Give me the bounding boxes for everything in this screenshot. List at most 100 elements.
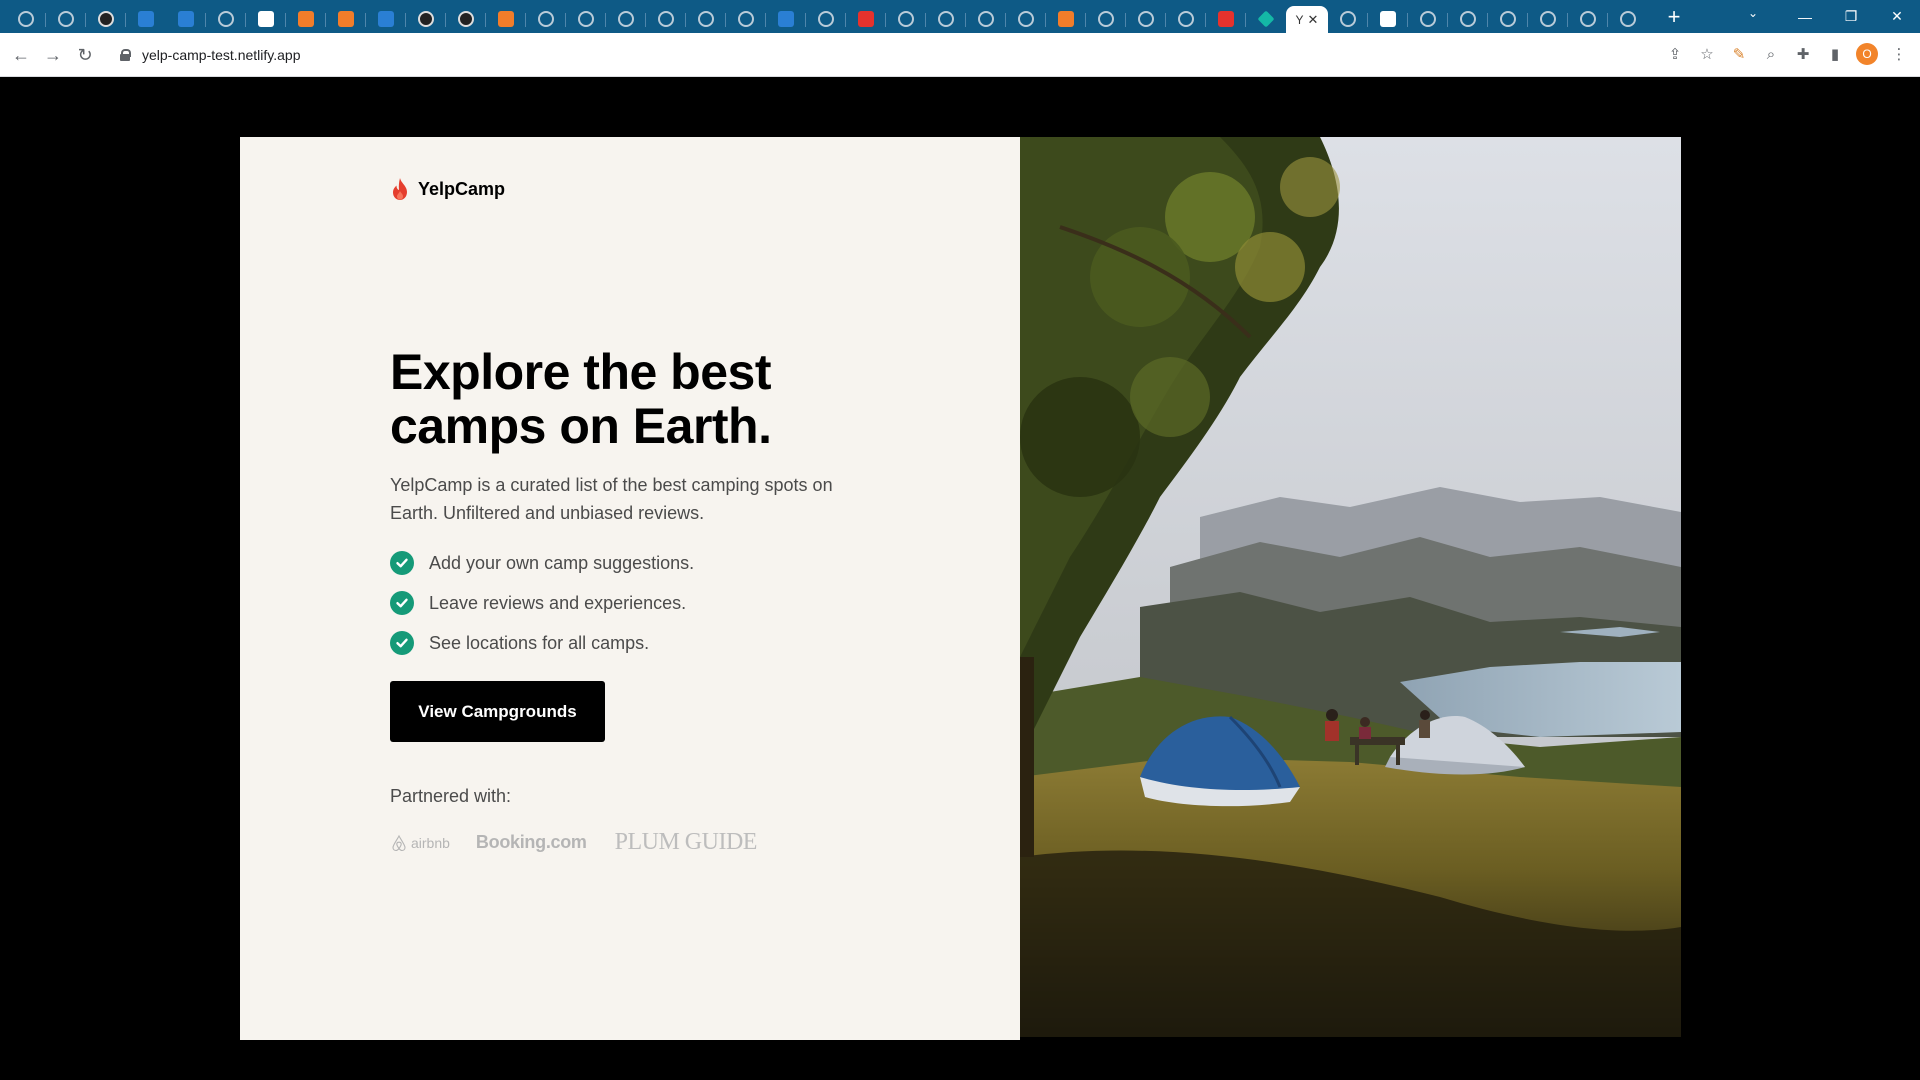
browser-tab[interactable] xyxy=(1368,6,1408,32)
browser-tab[interactable] xyxy=(526,6,566,32)
new-tab-button[interactable]: + xyxy=(1660,4,1688,30)
app-icon xyxy=(498,10,514,27)
browser-tab[interactable] xyxy=(1086,6,1126,32)
browser-tab[interactable] xyxy=(86,6,126,32)
extension-search-icon[interactable]: ⌕ xyxy=(1760,43,1782,65)
close-window-button[interactable]: ✕ xyxy=(1874,0,1920,33)
browser-tab[interactable] xyxy=(1046,6,1086,32)
profile-avatar[interactable]: O xyxy=(1856,43,1878,65)
browser-tab[interactable] xyxy=(406,6,446,32)
github-icon xyxy=(98,10,114,27)
globe-icon xyxy=(738,10,754,27)
browser-tab[interactable] xyxy=(926,6,966,32)
trello-icon xyxy=(178,10,194,27)
booking-logo: Booking.com xyxy=(475,832,587,852)
globe-icon xyxy=(698,10,714,27)
notion-icon xyxy=(1380,10,1396,27)
globe-icon xyxy=(618,10,634,27)
address-bar[interactable]: yelp-camp-test.netlify.app xyxy=(110,39,1670,71)
browser-tab[interactable] xyxy=(606,6,646,32)
browser-tab[interactable] xyxy=(1568,6,1608,32)
globe-icon xyxy=(1620,10,1636,27)
globe-icon xyxy=(1460,10,1476,27)
browser-tab[interactable] xyxy=(166,6,206,32)
browser-tab[interactable] xyxy=(566,6,606,32)
share-icon[interactable]: ⇪ xyxy=(1664,43,1686,65)
browser-tab[interactable] xyxy=(326,6,366,32)
browser-tab[interactable] xyxy=(1448,6,1488,32)
minimize-button[interactable]: — xyxy=(1782,0,1828,33)
globe-icon xyxy=(1098,10,1114,27)
plum-guide-logo: PLUM GUIDE xyxy=(614,829,758,855)
browser-tab[interactable] xyxy=(1166,6,1206,32)
browser-tab[interactable] xyxy=(646,6,686,32)
browser-tab[interactable] xyxy=(1126,6,1166,32)
tab-search-chevron-icon[interactable]: ⌄ xyxy=(1748,6,1758,20)
side-panel-icon[interactable]: ▮ xyxy=(1824,43,1846,65)
hero-headline: Explore the best camps on Earth. xyxy=(390,344,772,454)
browser-tab[interactable] xyxy=(726,6,766,32)
hero-panel: YelpCamp Explore the best camps on Earth… xyxy=(240,137,1020,1040)
browser-tab[interactable] xyxy=(1608,6,1648,32)
globe-icon xyxy=(218,10,234,27)
browser-tab[interactable] xyxy=(126,6,166,32)
extensions-puzzle-icon[interactable]: ✚ xyxy=(1792,43,1814,65)
globe-icon xyxy=(578,10,594,27)
feature-text: Add your own camp suggestions. xyxy=(429,552,695,573)
youtube-icon xyxy=(858,10,874,27)
globe-icon xyxy=(1138,10,1154,27)
browser-tab[interactable] xyxy=(686,6,726,32)
globe-icon xyxy=(1580,10,1596,27)
browser-tab[interactable] xyxy=(46,6,86,32)
brave-icon xyxy=(1218,10,1234,27)
browser-tab[interactable] xyxy=(846,6,886,32)
feature-item: Leave reviews and experiences. xyxy=(390,583,860,623)
menu-kebab-icon[interactable]: ⋮ xyxy=(1888,43,1910,65)
browser-toolbar: ← → ↻ yelp-camp-test.netlify.app ⇪ ☆ ✎ ⌕… xyxy=(0,33,1920,77)
globe-icon xyxy=(1018,10,1034,27)
browser-tab[interactable] xyxy=(806,6,846,32)
browser-tab[interactable] xyxy=(206,6,246,32)
browser-tab[interactable] xyxy=(1246,6,1286,32)
feature-text: Leave reviews and experiences. xyxy=(429,592,687,613)
browser-tab[interactable] xyxy=(1328,6,1368,32)
partners-label: Partnered with: xyxy=(390,786,512,806)
browser-tab[interactable] xyxy=(1408,6,1448,32)
reload-icon[interactable]: ↻ xyxy=(74,44,96,66)
trello-icon xyxy=(138,10,154,27)
back-arrow-icon[interactable]: ← xyxy=(10,44,32,66)
lock-icon[interactable] xyxy=(120,49,131,61)
view-campgrounds-button[interactable]: View Campgrounds xyxy=(390,681,605,742)
browser-tab[interactable] xyxy=(246,6,286,32)
browser-tab[interactable] xyxy=(886,6,926,32)
browser-tab[interactable] xyxy=(446,6,486,32)
globe-icon xyxy=(1540,10,1556,27)
window-controls: — ❐ ✕ xyxy=(1782,0,1920,33)
airbnb-icon xyxy=(392,834,406,851)
browser-tab[interactable] xyxy=(286,6,326,32)
bookmark-star-icon[interactable]: ☆ xyxy=(1696,43,1718,65)
close-tab-icon[interactable]: ✕ xyxy=(1308,12,1319,28)
browser-tab[interactable] xyxy=(966,6,1006,32)
extension-pen-icon[interactable]: ✎ xyxy=(1728,43,1750,65)
browser-tab[interactable] xyxy=(766,6,806,32)
browser-tab[interactable] xyxy=(1528,6,1568,32)
site-logo[interactable]: YelpCamp xyxy=(390,177,505,201)
browser-tab[interactable] xyxy=(1488,6,1528,32)
browser-tab[interactable] xyxy=(366,6,406,32)
hero-content: Explore the best camps on Earth. YelpCam… xyxy=(390,345,860,856)
browser-tab[interactable] xyxy=(486,6,526,32)
browser-tab[interactable] xyxy=(6,6,46,32)
browser-tab[interactable] xyxy=(1006,6,1046,32)
globe-icon xyxy=(1178,10,1194,27)
forward-arrow-icon[interactable]: → xyxy=(42,44,64,66)
openai-icon xyxy=(258,10,274,27)
globe-icon xyxy=(658,10,674,27)
browser-tab-active[interactable]: Y ✕ xyxy=(1286,5,1328,35)
url-text[interactable]: yelp-camp-test.netlify.app xyxy=(142,47,300,63)
partner-logos: airbnb Booking.com PLUM GUIDE xyxy=(390,829,860,856)
clock-icon xyxy=(458,10,474,27)
browser-tab[interactable] xyxy=(1206,6,1246,32)
airbnb-text: airbnb xyxy=(411,834,450,851)
restore-button[interactable]: ❐ xyxy=(1828,0,1874,33)
